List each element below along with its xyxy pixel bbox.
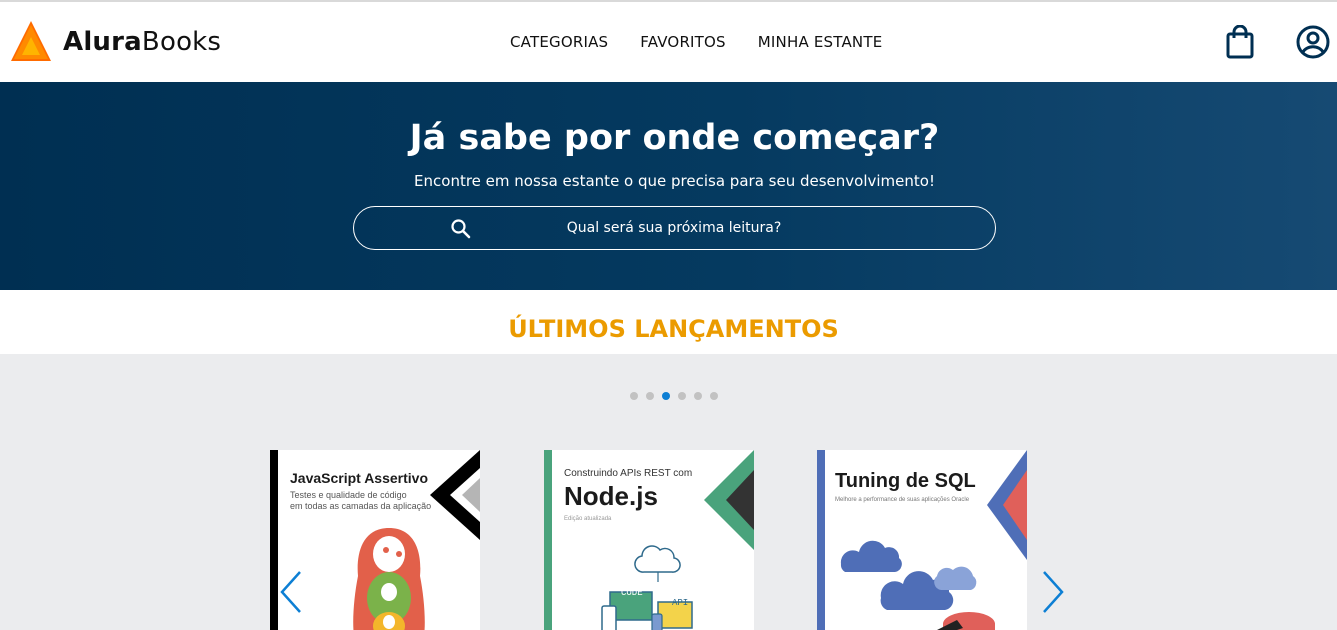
nav-favoritos[interactable]: FAVORITOS	[640, 33, 726, 51]
logo-icon	[11, 21, 51, 61]
book-card-tuning-de-sql[interactable]: Tuning de SQL Melhore a performance de s…	[817, 450, 1027, 630]
book-title: Tuning de SQL	[835, 470, 976, 492]
carousel-dot[interactable]	[678, 392, 686, 400]
carousel-dot[interactable]	[710, 392, 718, 400]
book-title: JavaScript Assertivo	[290, 470, 428, 486]
shopping-bag-icon	[1226, 25, 1254, 59]
nesting-doll-illustration	[353, 528, 425, 630]
carousel-dot-active[interactable]	[662, 392, 670, 400]
carousel-dot[interactable]	[646, 392, 654, 400]
hero-subtitle: Encontre em nossa estante o que precisa …	[414, 172, 935, 190]
hero-banner: Já sabe por onde começar? Encontre em no…	[0, 82, 1337, 290]
books-carousel: JavaScript Assertivo Testes e qualidade …	[0, 354, 1337, 630]
main-nav: CATEGORIAS FAVORITOS MINHA ESTANTE	[510, 2, 914, 82]
logo[interactable]: AluraBooks	[11, 20, 221, 64]
header: AluraBooks CATEGORIAS FAVORITOS MINHA ES…	[0, 2, 1337, 82]
brand-name: AluraBooks	[63, 27, 221, 57]
search-icon[interactable]	[450, 218, 472, 240]
code-api-illustration	[601, 545, 693, 630]
brand-name-light: Books	[141, 27, 222, 57]
book-title: Node.js	[564, 481, 658, 511]
clouds-database-illustration	[840, 540, 995, 630]
user-icon	[1296, 25, 1330, 59]
book-card-nodejs[interactable]: Construindo APIs REST com Node.js Edição…	[544, 450, 754, 630]
search-bar[interactable]	[353, 206, 996, 250]
book-subtitle: em todas as camadas da aplicação	[290, 501, 432, 511]
nav-categorias[interactable]: CATEGORIAS	[510, 33, 608, 51]
chevron-left-icon[interactable]	[276, 568, 306, 616]
carousel-dot[interactable]	[694, 392, 702, 400]
chevron-right-icon[interactable]	[1038, 568, 1068, 616]
book-spine	[817, 450, 825, 630]
user-profile-button[interactable]	[1295, 22, 1331, 62]
section-title: ÚLTIMOS LANÇAMENTOS	[0, 290, 1337, 354]
nav-minha-estante[interactable]: MINHA ESTANTE	[758, 33, 883, 51]
code-label: CODE	[621, 588, 643, 598]
book-subtitle: Melhore a performance de suas aplicações…	[835, 497, 970, 503]
search-input[interactable]	[474, 207, 874, 249]
api-label: API	[672, 598, 689, 608]
book-spine	[544, 450, 552, 630]
brand-name-bold: Alura	[63, 27, 142, 57]
carousel-pagination	[630, 392, 726, 400]
book-edition: Edição atualizada	[564, 516, 612, 522]
book-corner-decoration	[430, 450, 480, 540]
book-corner-decoration	[704, 450, 754, 550]
shopping-bag-button[interactable]	[1222, 22, 1258, 62]
book-subtitle: Testes e qualidade de código	[290, 490, 407, 500]
hero-title: Já sabe por onde começar?	[409, 118, 940, 158]
book-pretitle: Construindo APIs REST com	[564, 468, 693, 479]
carousel-dot[interactable]	[630, 392, 638, 400]
